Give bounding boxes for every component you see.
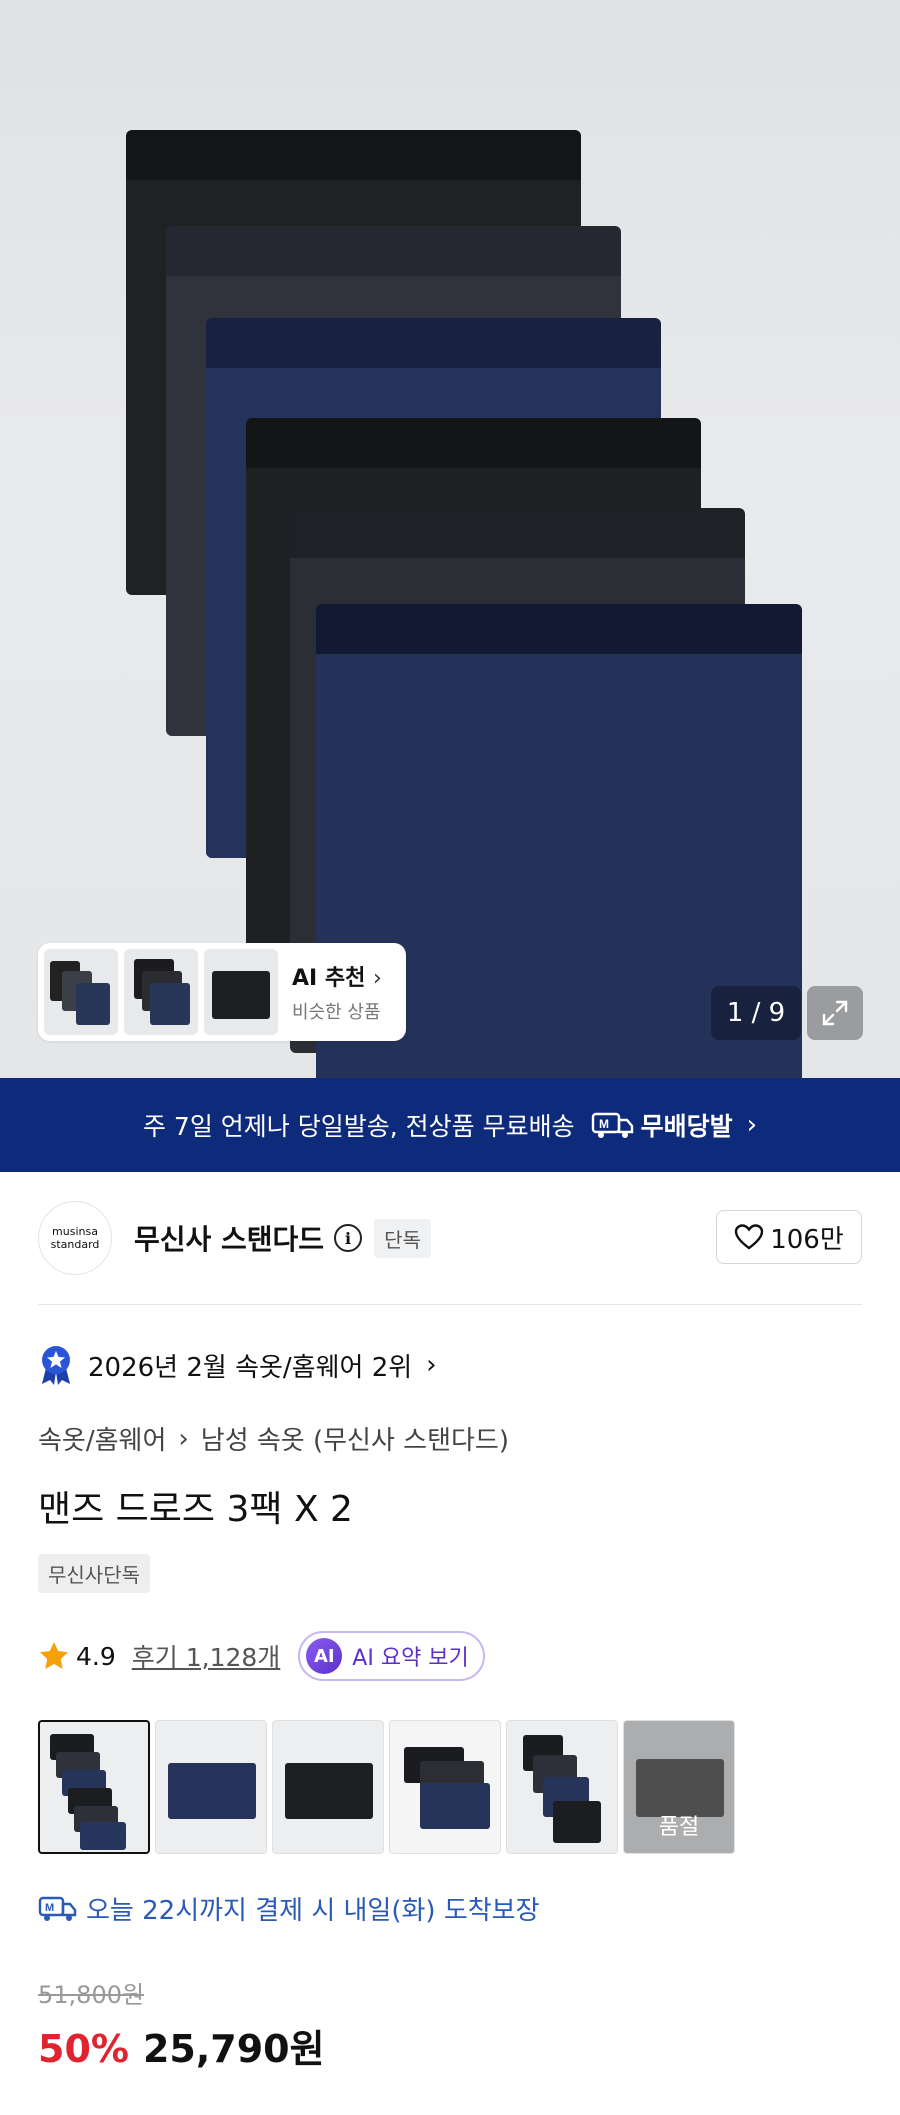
ranking-link[interactable]: 2026년 2월 속옷/홈웨어 2위 ›: [38, 1340, 437, 1390]
color-option[interactable]: [389, 1720, 501, 1854]
ranking-medal-icon: [42, 1346, 70, 1385]
delivery-truck-icon: M: [38, 1896, 77, 1921]
brand-logo[interactable]: musinsa standard: [38, 1201, 112, 1275]
color-option[interactable]: [272, 1720, 384, 1854]
rating-row: 4.9 후기 1,128개 AI AI 요약 보기: [38, 1628, 485, 1684]
chevron-right-icon: ›: [178, 1423, 189, 1454]
color-option[interactable]: [155, 1720, 267, 1854]
ai-summary-label: AI 요약 보기: [352, 1646, 469, 1671]
expand-image-button[interactable]: [807, 986, 863, 1040]
ai-recommend-thumb[interactable]: [124, 949, 198, 1035]
chevron-right-icon: ›: [746, 1110, 757, 1140]
color-option-list: 품절: [38, 1720, 740, 1854]
color-option[interactable]: [506, 1720, 618, 1854]
original-price: 51,800원: [38, 1981, 145, 2009]
ai-recommend-title: AI 추천 ›: [292, 966, 382, 991]
ai-recommend-thumb[interactable]: [44, 949, 118, 1035]
ai-recommend-thumb[interactable]: [204, 949, 278, 1035]
price-row: 50% 25,790원: [38, 2018, 325, 2073]
breadcrumb-category[interactable]: 속옷/홈웨어: [38, 1420, 166, 1457]
brand-name[interactable]: 무신사 스탠다드: [134, 1218, 324, 1258]
color-option[interactable]: [38, 1720, 150, 1854]
image-counter: 1 / 9: [711, 986, 801, 1040]
discount-rate: 50%: [38, 2027, 129, 2071]
brand-row: musinsa standard 무신사 스탠다드 i 단독 106만: [38, 1200, 862, 1276]
delivery-guarantee: M 오늘 22시까지 결제 시 내일(화) 도착보장: [38, 1890, 540, 1927]
delivery-banner[interactable]: 주 7일 언제나 당일발송, 전상품 무료배송 M 무배당발 ›: [0, 1078, 900, 1172]
soldout-label: 품절: [658, 1815, 700, 1840]
heart-icon: [735, 1224, 764, 1250]
review-link[interactable]: 후기 1,128개: [132, 1638, 281, 1674]
ai-recommend-subtitle: 비슷한 상품: [292, 1002, 381, 1023]
expand-icon: [822, 1000, 848, 1026]
info-icon[interactable]: i: [334, 1224, 363, 1252]
rating-score: 4.9: [76, 1641, 116, 1671]
ai-badge-icon: AI: [306, 1638, 343, 1674]
ai-recommend-card[interactable]: AI 추천 › 비슷한 상품: [38, 943, 406, 1041]
breadcrumb: 속옷/홈웨어 › 남성 속옷 (무신사 스탠다드): [38, 1420, 509, 1457]
exclusive-tag: 무신사단독: [38, 1554, 150, 1593]
divider: [38, 1304, 862, 1305]
final-price: 25,790원: [142, 2027, 325, 2071]
svg-text:M: M: [599, 1117, 609, 1131]
delivery-guarantee-text: 오늘 22시까지 결제 시 내일(화) 도착보장: [86, 1896, 540, 1926]
like-count: 106만: [770, 1224, 844, 1255]
product-title: 맨즈 드로즈 3팩 X 2: [38, 1489, 353, 1530]
chevron-right-icon: ›: [426, 1350, 437, 1380]
color-option-soldout[interactable]: 품절: [623, 1720, 735, 1854]
breadcrumb-subcategory[interactable]: 남성 속옷 (무신사 스탠다드): [201, 1420, 509, 1457]
free-shipping-badge: M 무배당발: [591, 1107, 733, 1143]
exclusive-badge: 단독: [374, 1218, 431, 1258]
chevron-right-icon: ›: [373, 966, 382, 991]
svg-text:M: M: [45, 1902, 54, 1914]
delivery-truck-icon: M: [591, 1112, 633, 1138]
star-icon: [40, 1642, 68, 1669]
ranking-text: 2026년 2월 속옷/홈웨어 2위: [88, 1352, 413, 1383]
product-image-gallery[interactable]: AI 추천 › 비슷한 상품 1 / 9: [0, 0, 900, 1078]
like-button[interactable]: 106만: [716, 1210, 862, 1264]
ai-summary-button[interactable]: AI AI 요약 보기: [298, 1631, 485, 1681]
banner-text: 주 7일 언제나 당일발송, 전상품 무료배송: [142, 1112, 575, 1141]
